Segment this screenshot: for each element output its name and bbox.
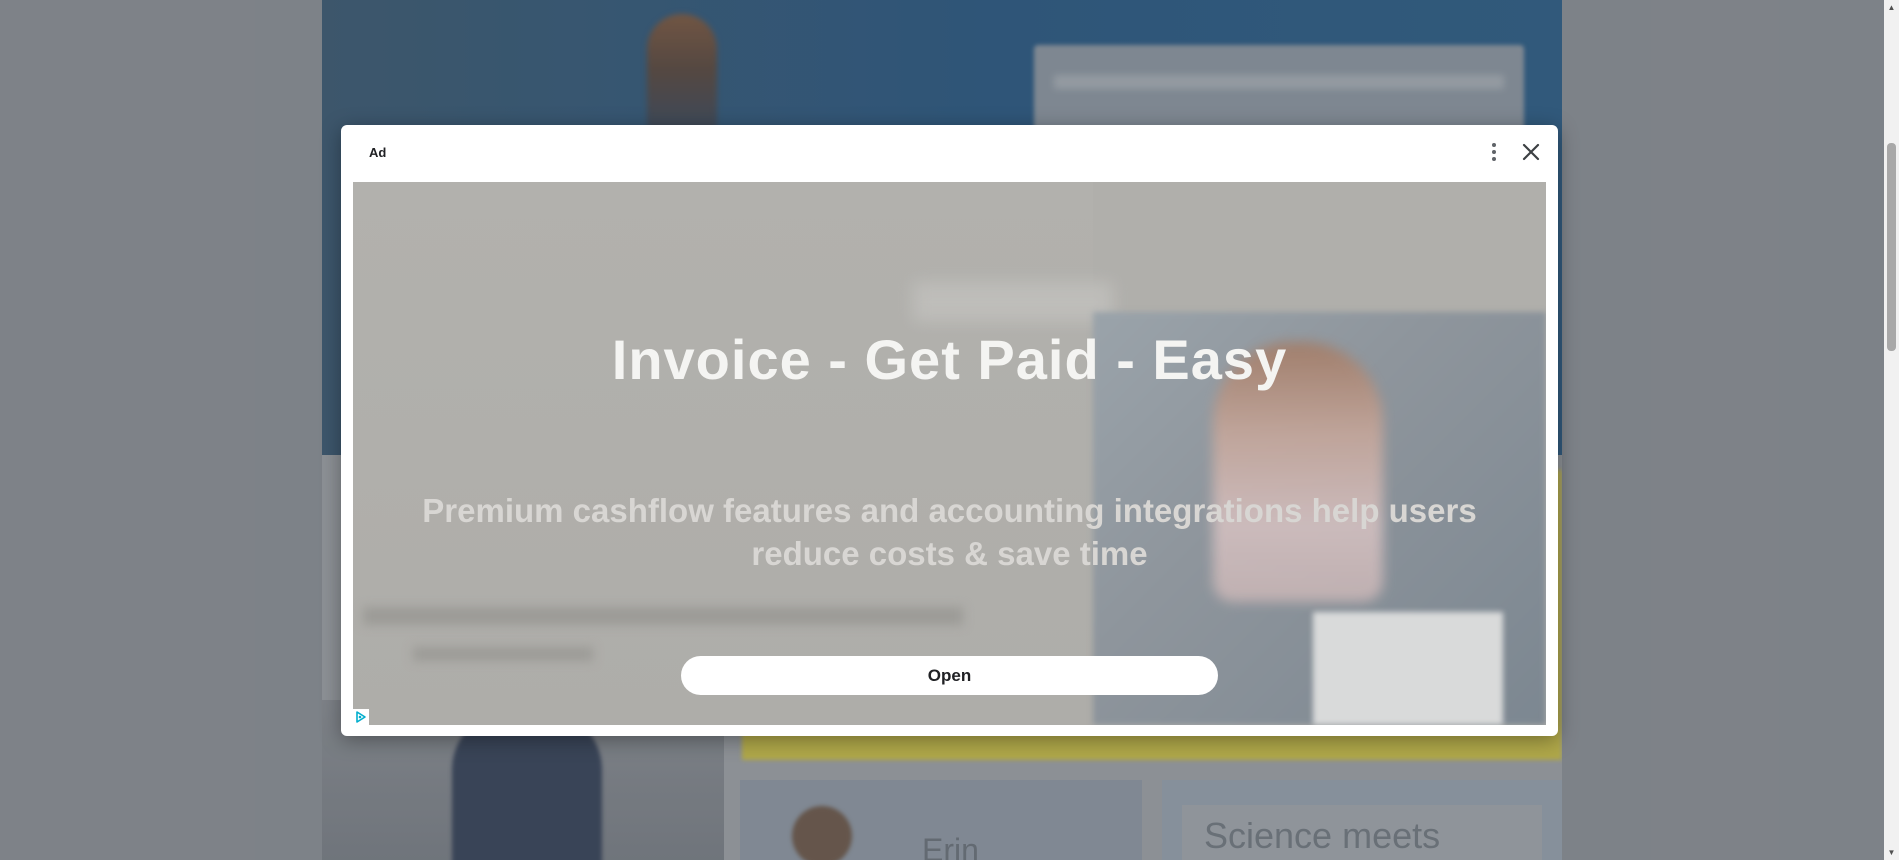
creative-blurred-line [363, 607, 963, 625]
scroll-down-arrow-icon[interactable]: ▼ [1884, 845, 1899, 860]
scroll-thumb[interactable] [1887, 143, 1896, 351]
ad-modal: Ad Invoice - Get Paid - Easy Premium cas… [341, 125, 1558, 736]
ad-subheadline: Premium cashflow features and accounting… [422, 492, 1477, 572]
creative-blurred-line [413, 647, 593, 661]
adchoices-icon[interactable] [353, 709, 369, 725]
open-button[interactable]: Open [681, 656, 1218, 695]
scroll-up-arrow-icon[interactable]: ▲ [1884, 0, 1899, 15]
close-icon[interactable] [1519, 140, 1543, 164]
creative-blurred-logo [913, 282, 1113, 322]
page-scrollbar[interactable]: ▲ ▼ [1884, 0, 1899, 860]
creative-background [353, 182, 1093, 725]
more-vert-icon[interactable] [1484, 141, 1504, 163]
ad-headline: Invoice - Get Paid - Easy [611, 328, 1288, 391]
ad-creative[interactable]: Invoice - Get Paid - Easy Premium cashfl… [353, 182, 1546, 725]
ad-label: Ad [369, 145, 387, 160]
creative-photo-card [1313, 612, 1503, 725]
